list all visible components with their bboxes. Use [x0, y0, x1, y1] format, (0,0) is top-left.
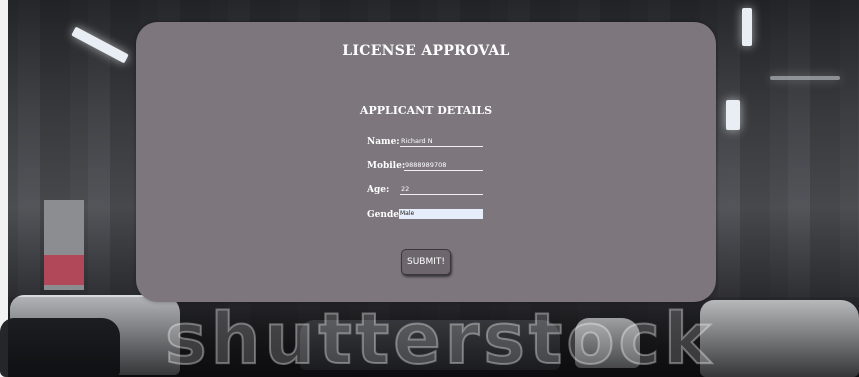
page-title: LICENSE APPROVAL	[342, 43, 510, 59]
ceiling-light	[742, 8, 752, 46]
age-input[interactable]	[400, 184, 483, 195]
submit-button[interactable]: SUBMIT!	[401, 249, 451, 275]
ceiling-light	[770, 76, 840, 80]
mobile-input[interactable]	[404, 160, 483, 171]
age-row: Age:	[367, 184, 487, 199]
age-label: Age:	[367, 185, 390, 195]
stock-watermark: shutterstock	[164, 297, 715, 377]
mobile-label: Mobile:	[367, 161, 406, 171]
name-label: Name:	[367, 137, 400, 147]
name-input[interactable]	[400, 136, 483, 147]
gender-select[interactable]: Male	[399, 209, 483, 219]
ceiling-light	[726, 100, 740, 130]
page: shutterstock LICENSE APPROVAL APPLICANT …	[0, 0, 859, 377]
section-title: APPLICANT DETAILS	[359, 104, 493, 117]
mobile-row: Mobile:	[367, 160, 487, 175]
gender-row: Gender: Male	[367, 209, 487, 224]
name-row: Name:	[367, 136, 487, 151]
license-approval-card: LICENSE APPROVAL APPLICANT DETAILS Name:…	[136, 22, 716, 302]
garage-pillar-red	[44, 255, 84, 285]
